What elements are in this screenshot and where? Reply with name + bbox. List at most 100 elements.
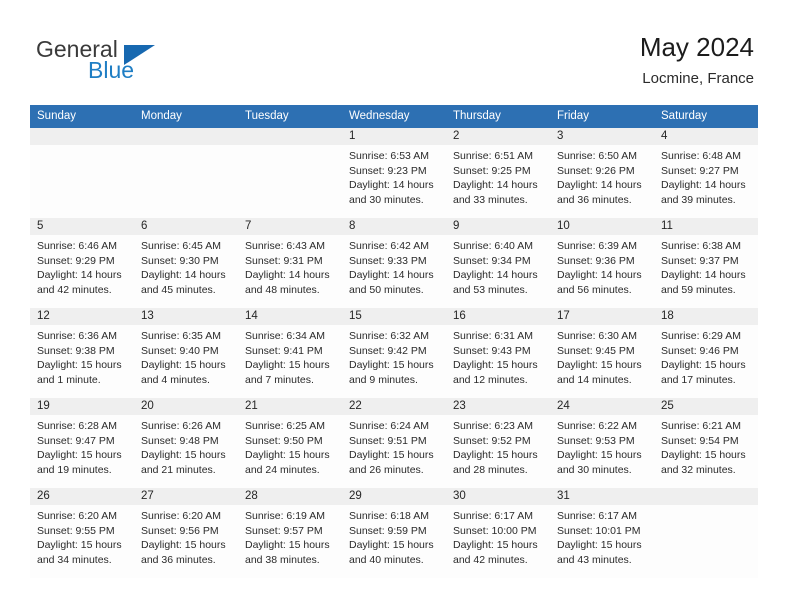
day-details: Sunrise: 6:36 AM Sunset: 9:38 PM Dayligh… bbox=[30, 325, 134, 387]
day-cell[interactable]: 24 Sunrise: 6:22 AM Sunset: 9:53 PM Dayl… bbox=[550, 398, 654, 488]
daylight-text-line2: and 48 minutes. bbox=[245, 283, 320, 296]
day-number: 11 bbox=[654, 218, 758, 235]
day-cell[interactable]: 14 Sunrise: 6:34 AM Sunset: 9:41 PM Dayl… bbox=[238, 308, 342, 398]
sunset-text: Sunset: 9:45 PM bbox=[557, 344, 635, 357]
day-cell[interactable]: 23 Sunrise: 6:23 AM Sunset: 9:52 PM Dayl… bbox=[446, 398, 550, 488]
day-cell[interactable]: 28 Sunrise: 6:19 AM Sunset: 9:57 PM Dayl… bbox=[238, 488, 342, 578]
sunset-text: Sunset: 9:26 PM bbox=[557, 164, 635, 177]
day-number: 3 bbox=[550, 128, 654, 145]
daylight-text-line2: and 7 minutes. bbox=[245, 373, 314, 386]
day-details: Sunrise: 6:28 AM Sunset: 9:47 PM Dayligh… bbox=[30, 415, 134, 477]
daylight-text-line1: Daylight: 15 hours bbox=[141, 539, 226, 552]
day-cell[interactable]: 30 Sunrise: 6:17 AM Sunset: 10:00 PM Day… bbox=[446, 488, 550, 578]
day-details: Sunrise: 6:35 AM Sunset: 9:40 PM Dayligh… bbox=[134, 325, 238, 387]
day-number: 2 bbox=[446, 128, 550, 145]
daylight-text-line1: Daylight: 14 hours bbox=[557, 179, 642, 192]
day-number bbox=[134, 128, 238, 145]
daylight-text-line1: Daylight: 14 hours bbox=[245, 269, 330, 282]
day-cell[interactable]: 5 Sunrise: 6:46 AM Sunset: 9:29 PM Dayli… bbox=[30, 218, 134, 308]
daylight-text-line2: and 14 minutes. bbox=[557, 373, 632, 386]
week-row: 26 Sunrise: 6:20 AM Sunset: 9:55 PM Dayl… bbox=[30, 488, 758, 578]
sunrise-text: Sunrise: 6:39 AM bbox=[557, 240, 637, 252]
day-details: Sunrise: 6:46 AM Sunset: 9:29 PM Dayligh… bbox=[30, 235, 134, 297]
day-cell[interactable]: 8 Sunrise: 6:42 AM Sunset: 9:33 PM Dayli… bbox=[342, 218, 446, 308]
day-number bbox=[30, 128, 134, 145]
day-cell[interactable] bbox=[134, 128, 238, 218]
weekday-header-saturday: Saturday bbox=[654, 105, 758, 128]
daylight-text-line2: and 9 minutes. bbox=[349, 373, 418, 386]
daylight-text-line2: and 43 minutes. bbox=[557, 553, 632, 566]
day-cell[interactable]: 13 Sunrise: 6:35 AM Sunset: 9:40 PM Dayl… bbox=[134, 308, 238, 398]
day-cell[interactable]: 17 Sunrise: 6:30 AM Sunset: 9:45 PM Dayl… bbox=[550, 308, 654, 398]
day-cell[interactable]: 26 Sunrise: 6:20 AM Sunset: 9:55 PM Dayl… bbox=[30, 488, 134, 578]
daylight-text-line2: and 24 minutes. bbox=[245, 463, 320, 476]
sunrise-text: Sunrise: 6:48 AM bbox=[661, 150, 741, 162]
daylight-text-line1: Daylight: 14 hours bbox=[661, 269, 746, 282]
daylight-text-line2: and 53 minutes. bbox=[453, 283, 528, 296]
day-number: 22 bbox=[342, 398, 446, 415]
sunset-text: Sunset: 9:47 PM bbox=[37, 434, 115, 447]
day-number: 14 bbox=[238, 308, 342, 325]
title-block: May 2024 Locmine, France bbox=[640, 32, 754, 88]
sunset-text: Sunset: 9:56 PM bbox=[141, 524, 219, 537]
day-cell[interactable] bbox=[654, 488, 758, 578]
day-cell[interactable]: 7 Sunrise: 6:43 AM Sunset: 9:31 PM Dayli… bbox=[238, 218, 342, 308]
sunrise-text: Sunrise: 6:53 AM bbox=[349, 150, 429, 162]
day-details: Sunrise: 6:32 AM Sunset: 9:42 PM Dayligh… bbox=[342, 325, 446, 387]
logo-text-blue: Blue bbox=[88, 57, 135, 83]
day-cell[interactable]: 12 Sunrise: 6:36 AM Sunset: 9:38 PM Dayl… bbox=[30, 308, 134, 398]
day-cell[interactable]: 31 Sunrise: 6:17 AM Sunset: 10:01 PM Day… bbox=[550, 488, 654, 578]
day-cell[interactable] bbox=[30, 128, 134, 218]
day-cell[interactable]: 4 Sunrise: 6:48 AM Sunset: 9:27 PM Dayli… bbox=[654, 128, 758, 218]
sunset-text: Sunset: 9:54 PM bbox=[661, 434, 739, 447]
sunrise-text: Sunrise: 6:34 AM bbox=[245, 330, 325, 342]
day-cell[interactable]: 16 Sunrise: 6:31 AM Sunset: 9:43 PM Dayl… bbox=[446, 308, 550, 398]
day-cell[interactable]: 29 Sunrise: 6:18 AM Sunset: 9:59 PM Dayl… bbox=[342, 488, 446, 578]
sunrise-text: Sunrise: 6:25 AM bbox=[245, 420, 325, 432]
generalblue-logo[interactable]: General Blue bbox=[36, 36, 236, 88]
day-cell[interactable]: 21 Sunrise: 6:25 AM Sunset: 9:50 PM Dayl… bbox=[238, 398, 342, 488]
daylight-text-line1: Daylight: 15 hours bbox=[349, 449, 434, 462]
daylight-text-line2: and 17 minutes. bbox=[661, 373, 736, 386]
day-cell[interactable] bbox=[238, 128, 342, 218]
day-cell[interactable]: 19 Sunrise: 6:28 AM Sunset: 9:47 PM Dayl… bbox=[30, 398, 134, 488]
day-cell[interactable]: 15 Sunrise: 6:32 AM Sunset: 9:42 PM Dayl… bbox=[342, 308, 446, 398]
day-cell[interactable]: 3 Sunrise: 6:50 AM Sunset: 9:26 PM Dayli… bbox=[550, 128, 654, 218]
day-details: Sunrise: 6:18 AM Sunset: 9:59 PM Dayligh… bbox=[342, 505, 446, 567]
day-cell[interactable]: 20 Sunrise: 6:26 AM Sunset: 9:48 PM Dayl… bbox=[134, 398, 238, 488]
calendar-container: Sunday Monday Tuesday Wednesday Thursday… bbox=[30, 105, 758, 578]
day-details: Sunrise: 6:40 AM Sunset: 9:34 PM Dayligh… bbox=[446, 235, 550, 297]
daylight-text-line1: Daylight: 14 hours bbox=[661, 179, 746, 192]
day-cell[interactable]: 9 Sunrise: 6:40 AM Sunset: 9:34 PM Dayli… bbox=[446, 218, 550, 308]
day-cell[interactable]: 27 Sunrise: 6:20 AM Sunset: 9:56 PM Dayl… bbox=[134, 488, 238, 578]
day-details: Sunrise: 6:51 AM Sunset: 9:25 PM Dayligh… bbox=[446, 145, 550, 207]
location-subtitle: Locmine, France bbox=[642, 70, 754, 87]
sunset-text: Sunset: 9:53 PM bbox=[557, 434, 635, 447]
sunset-text: Sunset: 10:01 PM bbox=[557, 524, 641, 537]
day-details: Sunrise: 6:42 AM Sunset: 9:33 PM Dayligh… bbox=[342, 235, 446, 297]
daylight-text-line2: and 32 minutes. bbox=[661, 463, 736, 476]
day-details: Sunrise: 6:26 AM Sunset: 9:48 PM Dayligh… bbox=[134, 415, 238, 477]
day-cell[interactable]: 2 Sunrise: 6:51 AM Sunset: 9:25 PM Dayli… bbox=[446, 128, 550, 218]
day-details: Sunrise: 6:19 AM Sunset: 9:57 PM Dayligh… bbox=[238, 505, 342, 567]
day-cell[interactable]: 10 Sunrise: 6:39 AM Sunset: 9:36 PM Dayl… bbox=[550, 218, 654, 308]
day-cell[interactable]: 6 Sunrise: 6:45 AM Sunset: 9:30 PM Dayli… bbox=[134, 218, 238, 308]
sunset-text: Sunset: 10:00 PM bbox=[453, 524, 537, 537]
day-cell[interactable]: 1 Sunrise: 6:53 AM Sunset: 9:23 PM Dayli… bbox=[342, 128, 446, 218]
daylight-text-line1: Daylight: 14 hours bbox=[349, 269, 434, 282]
sunrise-text: Sunrise: 6:40 AM bbox=[453, 240, 533, 252]
day-cell[interactable]: 22 Sunrise: 6:24 AM Sunset: 9:51 PM Dayl… bbox=[342, 398, 446, 488]
week-row: 1 Sunrise: 6:53 AM Sunset: 9:23 PM Dayli… bbox=[30, 128, 758, 218]
day-number: 1 bbox=[342, 128, 446, 145]
week-row: 12 Sunrise: 6:36 AM Sunset: 9:38 PM Dayl… bbox=[30, 308, 758, 398]
daylight-text-line1: Daylight: 15 hours bbox=[453, 539, 538, 552]
day-cell[interactable]: 25 Sunrise: 6:21 AM Sunset: 9:54 PM Dayl… bbox=[654, 398, 758, 488]
day-details: Sunrise: 6:39 AM Sunset: 9:36 PM Dayligh… bbox=[550, 235, 654, 297]
daylight-text-line1: Daylight: 15 hours bbox=[349, 539, 434, 552]
day-number: 20 bbox=[134, 398, 238, 415]
sunrise-text: Sunrise: 6:22 AM bbox=[557, 420, 637, 432]
day-details bbox=[654, 505, 758, 509]
day-number: 26 bbox=[30, 488, 134, 505]
day-cell[interactable]: 11 Sunrise: 6:38 AM Sunset: 9:37 PM Dayl… bbox=[654, 218, 758, 308]
day-cell[interactable]: 18 Sunrise: 6:29 AM Sunset: 9:46 PM Dayl… bbox=[654, 308, 758, 398]
